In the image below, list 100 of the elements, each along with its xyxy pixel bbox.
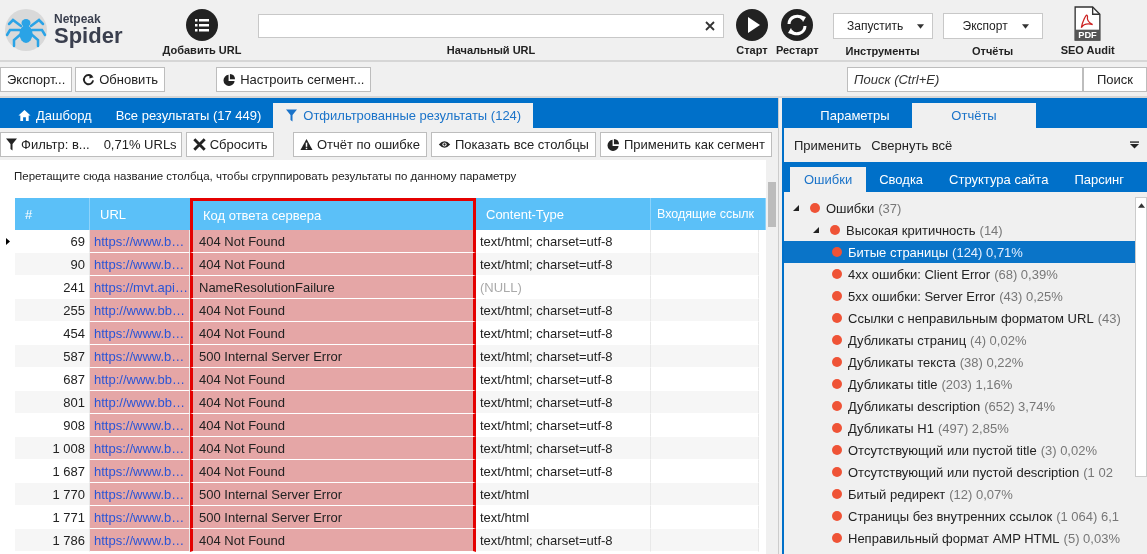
tree-item[interactable]: 5xx ошибки: Server Error (43) 0,25%	[784, 285, 1135, 307]
restart-icon	[781, 9, 814, 41]
status-dot-icon	[810, 203, 820, 213]
tab[interactable]: Параметры	[798, 103, 912, 128]
status-dot-icon	[832, 379, 842, 389]
table-cell: 404 Not Found	[190, 391, 476, 414]
tree-item[interactable]: Битый редирект (12) 0,07%	[784, 483, 1135, 505]
tab[interactable]: Отфильтрованные результаты (124)	[273, 103, 534, 128]
table-cell: 255	[15, 299, 90, 322]
tree-item[interactable]: Дубликаты страниц (4) 0,02%	[784, 329, 1135, 351]
close-icon	[192, 137, 206, 151]
filter-share: 0,71% URLs	[103, 136, 177, 152]
tree-item[interactable]: Отсутствующий или пустой description (1 02	[784, 461, 1135, 483]
filter-icon	[5, 137, 18, 151]
tree-item[interactable]: Дубликаты description (652) 3,74%	[784, 395, 1135, 417]
status-dot-icon	[832, 247, 842, 257]
status-dot-icon	[832, 445, 842, 455]
tab[interactable]: Ошибки	[790, 167, 867, 192]
tree-item[interactable]: Дубликаты текста (38) 0,22%	[784, 351, 1135, 373]
pdf-file-icon: PDF	[1074, 6, 1102, 41]
collapse-all-button[interactable]: Свернуть всё	[871, 137, 953, 153]
tree-item[interactable]: Страницы без внутренних ссылок (1 064) 6,1	[784, 505, 1135, 527]
status-dot-icon	[832, 269, 842, 279]
tree-item[interactable]: Ссылки с неправильным форматом URL (43)	[784, 307, 1135, 329]
toolbar-button[interactable]: Показать все столбцы	[430, 131, 596, 157]
brand-name: Netpeak	[54, 13, 101, 25]
table-cell: 404 Not Found	[190, 368, 476, 391]
caret-icon	[1021, 23, 1029, 29]
group-hint: Перетащите сюда название столбца, чтобы сгруппировать результаты по данному параметру	[13, 169, 518, 184]
tree-item[interactable]: Дубликаты title (203) 1,16%	[784, 373, 1135, 395]
table-cell: 404 Not Found	[190, 414, 476, 437]
table-cell: NameResolutionFailure	[190, 276, 476, 299]
table-cell: text/html; charset=utf-8	[476, 391, 651, 414]
table-cell: 1 786	[15, 529, 90, 552]
home-icon	[18, 109, 31, 122]
list-icon	[186, 9, 218, 41]
tab[interactable]: Отчёты	[912, 103, 1036, 128]
table-cell: text/html	[476, 483, 651, 506]
status-dot-icon	[832, 489, 842, 499]
tree-item[interactable]: Высокая критичность (14)	[784, 219, 1135, 241]
table-cell: 90	[15, 253, 90, 276]
restart-button[interactable]: Рестарт	[772, 0, 823, 60]
table-cell: 404 Not Found	[190, 299, 476, 322]
status-dot-icon	[832, 401, 842, 411]
tree-item[interactable]: Ошибки (37)	[784, 197, 1135, 219]
toolbar-button[interactable]: Экспорт...	[0, 66, 73, 92]
scroll-up-arrow-icon[interactable]	[1137, 203, 1145, 208]
tab[interactable]: Дашборд	[6, 103, 104, 128]
table-cell: 404 Not Found	[190, 529, 476, 552]
scrollbar[interactable]	[766, 160, 778, 554]
apply-button[interactable]: Применить	[794, 137, 862, 153]
table-cell: 500 Internal Server Error	[190, 345, 476, 368]
reset-button[interactable]: Сбросить	[185, 131, 275, 157]
table-cell: text/html; charset=utf-8	[476, 345, 651, 368]
seo-audit-button[interactable]: PDF SEO Audit	[1056, 0, 1119, 60]
tree-item[interactable]: Отсутствующий или пустой title (3) 0,02%	[784, 439, 1135, 461]
tab[interactable]: Парсинг	[1061, 167, 1137, 192]
table-cell: 404 Not Found	[190, 437, 476, 460]
table-cell: 500 Internal Server Error	[190, 506, 476, 529]
toolbar-button[interactable]: Отчёт по ошибке	[292, 131, 427, 157]
table-cell: 500 Internal Server Error	[190, 483, 476, 506]
table-cell: 1 008	[15, 437, 90, 460]
tab[interactable]: Структура сайта	[936, 167, 1062, 192]
toolbar-button[interactable]: Настроить сегмент...	[216, 66, 372, 92]
status-dot-icon	[832, 511, 842, 521]
export-dropdown[interactable]: Экспорт	[942, 13, 1043, 39]
table-cell: text/html; charset=utf-8	[476, 299, 651, 322]
status-dot-icon	[832, 291, 842, 301]
table-cell: text/html; charset=utf-8	[476, 253, 651, 276]
refresh-icon	[82, 72, 96, 86]
tree-item[interactable]: Битые страницы (124) 0,71%	[784, 241, 1135, 263]
search-field[interactable]: Поиск (Ctrl+E)	[847, 66, 1083, 92]
filter-icon	[285, 109, 299, 122]
toolbar-button[interactable]: Применить как сегмент	[599, 131, 772, 157]
table-cell: 1 770	[15, 483, 90, 506]
status-dot-icon	[830, 225, 840, 235]
dropdown-label: Отчёты	[972, 45, 1014, 57]
status-dot-icon	[832, 467, 842, 477]
status-dot-icon	[832, 357, 842, 367]
add-url-button[interactable]: Добавить URL	[154, 0, 250, 60]
toolbar-button[interactable]: Обновить	[75, 66, 166, 92]
tree-item[interactable]: Дубликаты H1 (497) 2,85%	[784, 417, 1135, 439]
scrollbar[interactable]	[1135, 197, 1147, 477]
pie-chart-icon	[223, 72, 237, 86]
pie-chart-icon	[606, 137, 620, 151]
table-cell: 404 Not Found	[190, 460, 476, 483]
tree-item[interactable]: Неправильный формат AMP HTML (5) 0,03%	[784, 527, 1135, 549]
field-label: Начальный URL	[446, 44, 536, 56]
tab[interactable]: Сводка	[866, 167, 937, 192]
dropdown-arrow-icon[interactable]	[1130, 141, 1139, 149]
start-button[interactable]: Старт	[732, 0, 772, 60]
clear-icon[interactable]	[705, 21, 715, 31]
url-input-field[interactable]	[258, 14, 724, 38]
tools-dropdown[interactable]: Запустить	[832, 13, 933, 39]
search-button[interactable]: Поиск	[1083, 66, 1147, 92]
caret-icon	[917, 23, 925, 29]
filter-button[interactable]: Фильтр: в...	[5, 136, 90, 152]
table-cell: 404 Not Found	[190, 230, 476, 253]
tree-item[interactable]: 4xx ошибки: Client Error (68) 0,39%	[784, 263, 1135, 285]
tab[interactable]: Все результаты (17 449)	[103, 103, 274, 128]
